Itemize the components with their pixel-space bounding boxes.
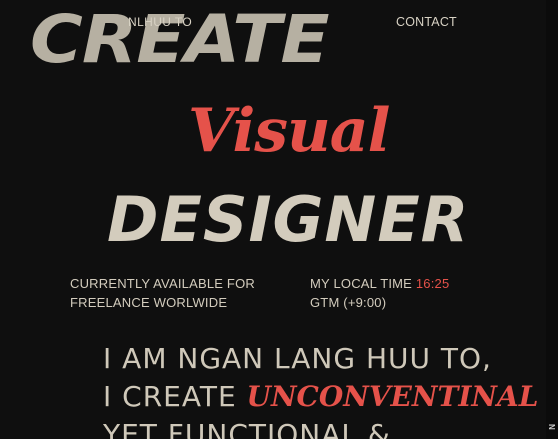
local-time-info: MY LOCAL TIME 16:25 GTM (+9:00)	[310, 274, 449, 312]
side-edge	[546, 0, 558, 439]
nav-contact-link[interactable]: CONTACT	[396, 15, 457, 29]
intro-accent-word: UNCONVENTINAL	[246, 380, 539, 413]
availability-line-1: CURRENTLY AVAILABLE FOR	[70, 276, 255, 291]
local-time-label: MY LOCAL TIME	[310, 276, 413, 291]
side-scroll-label: N	[547, 424, 556, 430]
intro-line-3: YET FUNCTIONAL &	[103, 418, 391, 439]
intro-statement: I AM NGAN LANG HUU TO, I CREATE UNCONVEN…	[103, 340, 538, 439]
hero-title-visual: Visual	[188, 96, 390, 166]
intro-line-1: I AM NGAN LANG HUU TO,	[103, 342, 492, 375]
local-time-row: MY LOCAL TIME 16:25	[310, 274, 449, 293]
nav-home-link[interactable]: NLHUU TO	[128, 15, 192, 29]
timezone-label: GTM (+9:00)	[310, 295, 387, 310]
local-time-value: 16:25	[415, 276, 450, 291]
intro-line-2-prefix: I CREATE	[103, 380, 237, 413]
intro-line-2: I CREATE UNCONVENTINAL	[103, 378, 538, 416]
availability-line-2: FREELANCE WORLWIDE	[70, 295, 228, 310]
background-watermark-text: CREATE	[30, 0, 330, 78]
availability-info: CURRENTLY AVAILABLE FOR FREELANCE WORLWI…	[70, 274, 255, 312]
hero-title-designer: DESIGNER	[107, 183, 470, 256]
